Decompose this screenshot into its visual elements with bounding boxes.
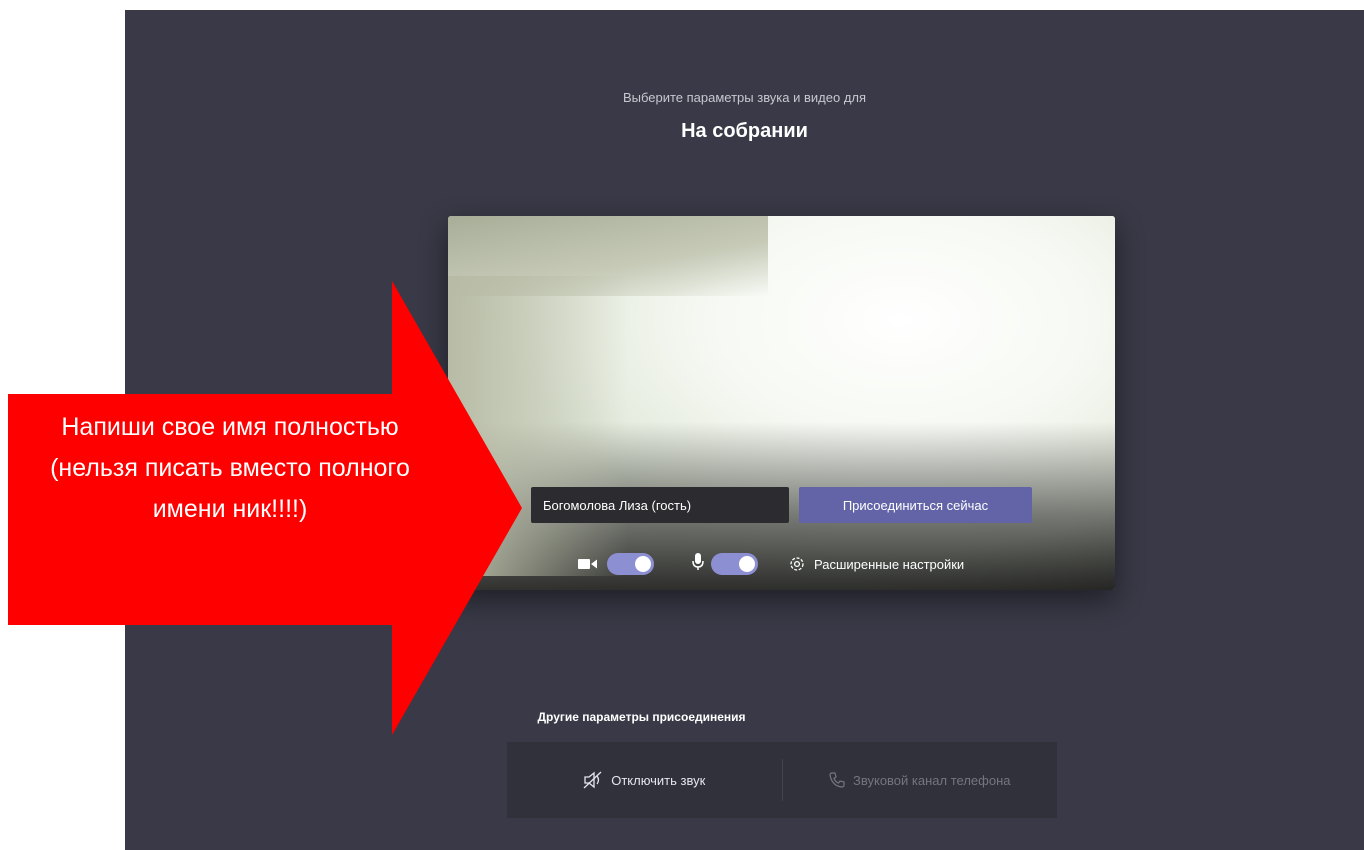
camera-icon bbox=[578, 557, 600, 571]
microphone-icon bbox=[692, 552, 704, 576]
advanced-settings-label: Расширенные настройки bbox=[814, 556, 965, 572]
mic-control bbox=[692, 552, 758, 576]
instruction-text: Напиши свое имя полностью (нельзя писать… bbox=[50, 413, 410, 523]
camera-feed-wall bbox=[448, 276, 628, 576]
camera-control bbox=[578, 553, 654, 575]
phone-audio-label: Звуковой канал телефона bbox=[853, 772, 1011, 788]
gear-icon bbox=[790, 557, 804, 571]
prejoin-subtitle: Выберите параметры звука и видео для bbox=[622, 90, 867, 105]
device-controls: Расширенные настройки bbox=[578, 551, 964, 577]
camera-toggle[interactable] bbox=[607, 553, 654, 575]
name-input[interactable] bbox=[531, 487, 789, 523]
mute-audio-option[interactable]: Отключить звук bbox=[507, 771, 782, 789]
speaker-off-icon bbox=[583, 771, 602, 789]
other-join-options: Отключить звук Звуковой канал телефона bbox=[507, 742, 1057, 818]
mic-toggle-knob bbox=[739, 556, 755, 572]
meeting-title: На собрании bbox=[681, 120, 808, 142]
phone-audio-option[interactable]: Звуковой канал телефона bbox=[783, 772, 1058, 788]
phone-icon bbox=[829, 772, 845, 788]
video-preview: Присоединиться сейчас bbox=[448, 216, 1115, 590]
advanced-settings-link[interactable]: Расширенные настройки bbox=[788, 555, 964, 573]
camera-toggle-knob bbox=[635, 556, 651, 572]
other-join-options-label: Другие параметры присоединения bbox=[537, 710, 746, 724]
mute-audio-label: Отключить звук bbox=[611, 772, 706, 788]
mic-toggle[interactable] bbox=[711, 553, 758, 575]
join-now-button[interactable]: Присоединиться сейчас bbox=[799, 487, 1032, 523]
